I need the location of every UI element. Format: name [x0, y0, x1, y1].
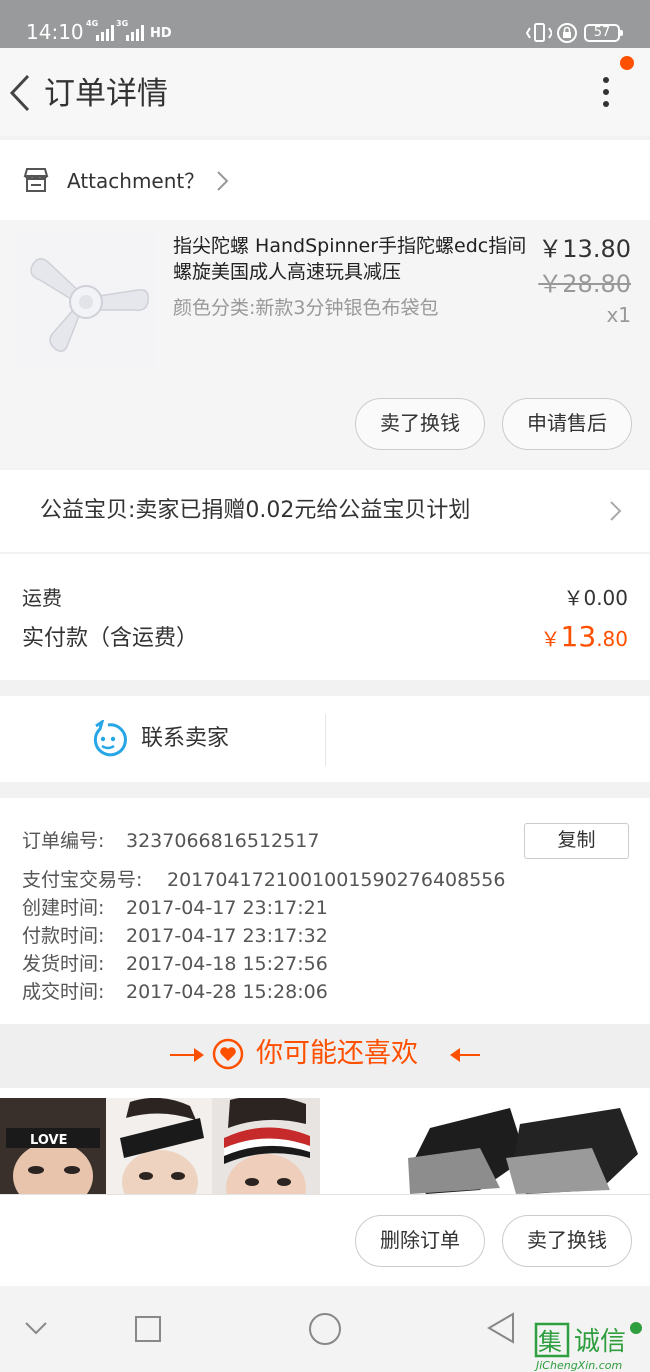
order-number-row: 订单编号: 3237066816512517: [22, 830, 320, 852]
svg-text:诚信: 诚信: [574, 1327, 626, 1357]
paid-decimal: .80: [596, 627, 628, 651]
fees-section: [0, 554, 650, 680]
product-original-price: ￥28.80: [538, 270, 631, 298]
alipay-number-row: 支付宝交易号: 2017041721001001590276408556: [22, 869, 506, 891]
chevron-right-icon: [217, 171, 229, 191]
recommend-item-headbands[interactable]: LOVE: [0, 1095, 320, 1194]
svg-text:集: 集: [538, 1328, 562, 1356]
copy-button[interactable]: 复制: [524, 823, 629, 859]
divider: [325, 714, 326, 766]
contact-seller-button[interactable]: 联系卖家: [141, 724, 229, 754]
watermark-logo: 集 诚信 JiChengXin.com: [534, 1318, 650, 1372]
shipped-time-row: 发货时间: 2017-04-18 15:27:56: [22, 953, 328, 975]
completed-time-row: 成交时间: 2017-04-28 15:28:06: [22, 981, 328, 1003]
page-title: 订单详情: [44, 76, 168, 112]
vibrate-icon: [526, 23, 552, 42]
created-time-row: 创建时间: 2017-04-17 23:17:21: [22, 897, 328, 919]
product-sku: 颜色分类:新款3分钟银色布袋包: [173, 297, 439, 319]
recommend-title: 你可能还喜欢: [256, 1038, 418, 1069]
product-price: ￥13.80: [538, 235, 631, 263]
paid-integer: 13: [560, 620, 597, 653]
product-title[interactable]: 指尖陀螺 HandSpinner手指陀螺edc指间螺旋美国成人高速玩具减压: [173, 233, 533, 285]
charity-text[interactable]: 公益宝贝:卖家已捐赠0.02元给公益宝贝计划: [40, 496, 470, 526]
chevron-right-icon: [610, 501, 622, 521]
svg-text:JiChengXin.com: JiChengXin.com: [534, 1359, 622, 1372]
shop-icon: [23, 168, 49, 192]
product-quantity: x1: [606, 303, 631, 327]
resell-button-bottom[interactable]: 卖了换钱: [502, 1215, 632, 1267]
back-icon[interactable]: [8, 74, 32, 112]
contact-seller-icon[interactable]: [88, 718, 128, 758]
paid-currency: ￥: [540, 627, 561, 651]
shop-name[interactable]: Attachment？: [67, 168, 204, 194]
shipping-value: ￥0.00: [563, 586, 628, 610]
paid-amount: ￥13.80: [541, 620, 628, 658]
resell-button[interactable]: 卖了换钱: [355, 398, 485, 450]
delete-order-button[interactable]: 删除订单: [355, 1215, 485, 1267]
headband-text: LOVE: [30, 1133, 67, 1148]
recommend-item-socks[interactable]: [330, 1098, 650, 1194]
hd-icon: HD: [150, 26, 172, 41]
battery-icon: 57: [584, 24, 623, 42]
recommend-grid: LOVE: [0, 1088, 650, 1194]
more-menu-icon[interactable]: [596, 74, 616, 110]
paid-time-row: 付款时间: 2017-04-17 23:17:32: [22, 925, 328, 947]
arrow-right-icon: [194, 1048, 204, 1062]
heart-icon: [212, 1038, 244, 1070]
chevron-down-icon[interactable]: [24, 1320, 48, 1336]
product-image[interactable]: [16, 232, 156, 370]
after-sales-button[interactable]: 申请售后: [502, 398, 632, 450]
paid-label: 实付款（含运费）: [22, 626, 199, 651]
home-icon[interactable]: [308, 1312, 342, 1346]
shipping-label: 运费: [22, 586, 62, 610]
recent-apps-icon[interactable]: [134, 1315, 162, 1343]
notification-badge: [620, 56, 634, 70]
status-time: 14:10: [26, 20, 84, 44]
lock-icon: [557, 23, 577, 43]
divider: [458, 1054, 480, 1056]
back-nav-icon[interactable]: [486, 1312, 516, 1344]
